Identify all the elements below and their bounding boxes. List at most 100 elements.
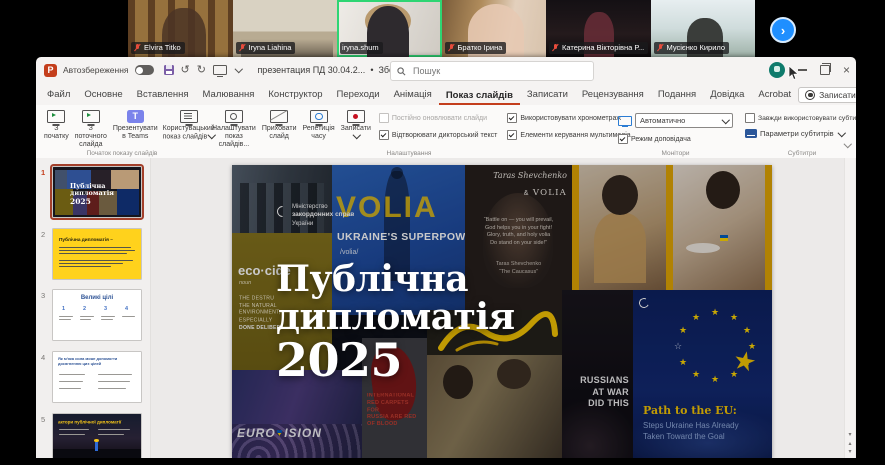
subtitle-settings-icon <box>745 129 757 138</box>
volia-pronunciation: /volia/ <box>340 249 358 256</box>
record-slideshow-button[interactable]: Записати <box>339 108 373 143</box>
participant-name: Мусієнко Кирило <box>667 43 726 53</box>
collapse-ribbon-chevron-icon[interactable] <box>843 134 851 152</box>
mic-muted-icon <box>551 44 560 53</box>
captions-column: Завжди використовувати субтитри Параметр… <box>743 108 856 138</box>
thumbnail-row-5: 5 актори публічної дипломатії <box>36 413 150 458</box>
thumbnail-row-3: 3 Великі цілі 1 2 3 4 <box>36 289 150 343</box>
record-slideshow-label: Записати <box>341 125 371 142</box>
thumbnail-goals-slide: Великі цілі 1 2 3 4 <box>53 290 141 340</box>
ecocide-part-of-speech: noun <box>239 280 251 286</box>
eurovision-logo: EURO♥ISION <box>237 426 322 440</box>
qat-customize-chevron-icon[interactable] <box>235 65 243 73</box>
keep-slides-updated-checkbox[interactable]: Постійно оновлювати слайди <box>379 113 498 123</box>
thumbnail-collage: Публічна дипломатія 2025 <box>53 167 141 217</box>
participant-tile[interactable]: Катерина Вікторівна Р... <box>546 0 651 57</box>
slide-thumbnail-5[interactable]: актори публічної дипломатії <box>52 413 142 458</box>
tab-review[interactable]: Рецензування <box>575 85 651 105</box>
ribbon-group-monitors: Автоматично Режим доповідача Монітори <box>612 105 739 158</box>
slide-title-textbox[interactable]: Публічна дипломатія 2025 <box>276 261 515 389</box>
thumbnail-row-1: 1 Публічна <box>36 166 150 218</box>
search-box[interactable] <box>390 61 594 81</box>
slide-thumbnail-1-selected[interactable]: Публічна дипломатія 2025 <box>52 166 142 218</box>
participant-tile[interactable]: Мусієнко Кирило <box>651 0 756 57</box>
previous-slide-icon[interactable]: ▴ <box>845 441 855 447</box>
participant-tile[interactable]: Elvira Titko <box>128 0 233 57</box>
tab-design[interactable]: Конструктор <box>261 85 329 105</box>
autosave-label: Автозбереження <box>63 65 129 75</box>
rehearse-timings-button[interactable]: Репетиція часу <box>300 108 336 142</box>
tab-view[interactable]: Подання <box>651 85 703 105</box>
tab-home[interactable]: Основне <box>77 85 129 105</box>
search-input[interactable] <box>411 65 555 77</box>
restore-window-icon[interactable] <box>820 65 830 75</box>
teams-icon: T <box>127 110 144 123</box>
tab-animations[interactable]: Анімація <box>387 85 439 105</box>
eu-panel-subtitle: Steps Ukraine Has Already <box>643 421 739 430</box>
account-avatar[interactable] <box>769 62 785 78</box>
participant-name: Elvira Titko <box>144 43 181 53</box>
ribbon: З початку З поточного слайда T Презентув… <box>36 105 856 159</box>
scroll-down-icon[interactable]: ▾ <box>845 432 855 438</box>
document-title: презентация ПД 30.04.2... <box>257 65 365 75</box>
present-teams-label: Презентувати в Teams <box>113 125 158 141</box>
tab-acrobat[interactable]: Acrobat <box>751 85 798 105</box>
close-window-icon[interactable]: × <box>843 64 850 76</box>
undo-icon[interactable]: ↺ <box>181 65 190 76</box>
mfa-emblem-icon <box>275 204 291 220</box>
tab-insert[interactable]: Вставлення <box>130 85 196 105</box>
vertical-scrollbar[interactable]: ▾ ▴ ▾ <box>844 158 855 458</box>
participant-tile[interactable]: Iryna Liahina <box>233 0 338 57</box>
from-current-slide-button[interactable]: З поточного слайда <box>73 108 109 150</box>
record-button[interactable]: Записати <box>798 87 856 103</box>
monitor-dropdown[interactable]: Автоматично <box>635 113 733 128</box>
next-participants-button[interactable]: › <box>770 17 796 43</box>
from-beginning-button[interactable]: З початку <box>42 108 71 142</box>
ribbon-group-setup: Налаштувати показ слайдів... Приховати с… <box>206 105 612 158</box>
tab-draw[interactable]: Малювання <box>196 85 262 105</box>
workspace: 1 Публічна <box>36 158 856 458</box>
autosave-toggle[interactable] <box>135 65 154 75</box>
current-slide-canvas[interactable]: VOLIA UKRAINE'S SUPERPOWER /volia/ Taras… <box>232 165 772 458</box>
slide-thumbnail-2[interactable]: Публічна дипломатія – <box>52 228 142 280</box>
participant-tile-active-speaker[interactable]: iryna.shum <box>337 0 442 57</box>
participant-video <box>365 4 411 38</box>
save-icon[interactable] <box>164 65 174 75</box>
participant-name-badge: Катерина Вікторівна Р... <box>549 42 648 54</box>
setup-slideshow-button[interactable]: Налаштувати показ слайдів... <box>210 108 258 150</box>
slideshow-icon[interactable] <box>213 65 227 75</box>
thumbnail-row-2: 2 Публічна дипломатія – <box>36 228 150 280</box>
tab-record[interactable]: Записати <box>520 85 575 105</box>
slide-thumbnail-4[interactable]: Як м'яка сила може допомогти досягненню … <box>52 351 142 403</box>
mic-muted-icon <box>656 44 665 53</box>
ukraine-flag <box>720 235 728 241</box>
mfa-logo: Міністерство закордонних справ України <box>277 203 354 228</box>
rehearse-timings-label: Репетиція часу <box>302 125 334 141</box>
slide-thumbnail-3[interactable]: Великі цілі 1 2 3 4 <box>52 289 142 341</box>
red-carpets-text: INTERNATIONAL RED CARPETS FOR RUSSIA ARE… <box>367 393 422 429</box>
redo-icon[interactable]: ↻ <box>197 65 206 76</box>
mouse-cursor <box>788 66 800 81</box>
tab-slideshow-active[interactable]: Показ слайдів <box>439 86 520 106</box>
tab-transitions[interactable]: Переходи <box>330 85 387 105</box>
tab-help[interactable]: Довідка <box>703 85 751 105</box>
slide-number: 1 <box>41 168 45 177</box>
next-slide-icon[interactable]: ▾ <box>845 449 855 455</box>
present-in-teams-ribbon-button[interactable]: T Презентувати в Teams <box>111 108 160 142</box>
participant-tile[interactable]: Братко Ірина <box>442 0 547 57</box>
photo-woman-cafe-1 <box>572 165 672 290</box>
slide-number: 3 <box>41 291 45 300</box>
tab-file[interactable]: Файл <box>40 85 77 105</box>
hide-slide-button[interactable]: Приховати слайд <box>260 108 299 142</box>
participant-name: iryna.shum <box>342 43 379 53</box>
eu-panel-subtitle: Taken Toward the Goal <box>643 432 725 441</box>
thumbnail-actors-slide: актори публічної дипломатії <box>53 414 141 458</box>
thumbnail-title: актори публічної дипломатії <box>58 420 121 425</box>
participant-name-badge: iryna.shum <box>340 42 383 54</box>
subtitle-settings-button[interactable]: Параметри субтитрів <box>745 129 856 138</box>
play-narrations-checkbox[interactable]: Відтворювати дикторський текст <box>379 130 498 140</box>
presenter-view-checkbox[interactable]: Режим доповідача <box>618 134 733 144</box>
mfa-mark-icon <box>638 297 651 310</box>
thumbnail-title: Публічна дипломатія – <box>59 237 113 243</box>
always-use-subtitles-checkbox[interactable]: Завжди використовувати субтитри <box>745 113 856 123</box>
